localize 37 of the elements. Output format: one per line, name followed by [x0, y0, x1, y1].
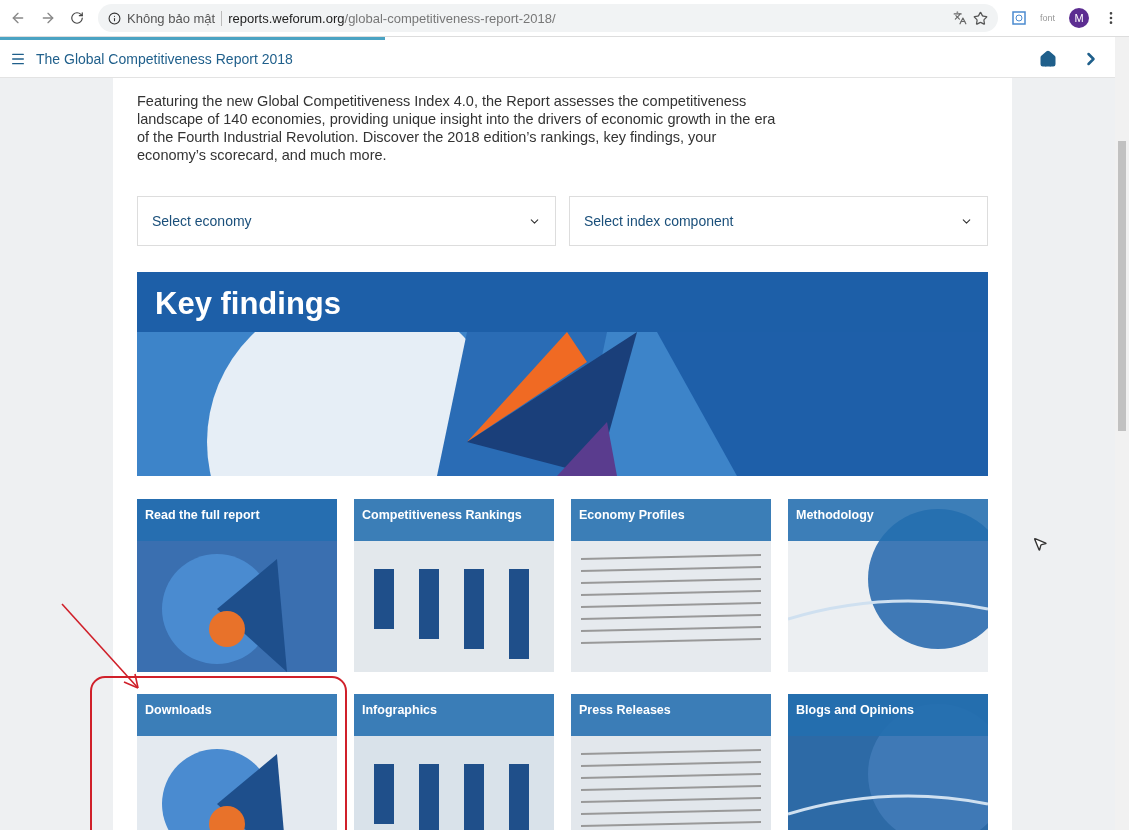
- content-tile[interactable]: Methodology: [788, 499, 988, 672]
- forward-icon[interactable]: [40, 10, 56, 26]
- address-bar[interactable]: Không bảo mật reports.weforum.org/global-competitiveness-report-2018/: [98, 4, 998, 32]
- tile-title: Economy Profiles: [571, 499, 771, 541]
- extension-icon[interactable]: [1012, 11, 1026, 25]
- scrollbar-thumb[interactable]: [1118, 141, 1126, 431]
- content-tile[interactable]: Competitiveness Rankings: [354, 499, 554, 672]
- reload-icon[interactable]: [70, 11, 84, 25]
- tile-title: Downloads: [137, 694, 337, 736]
- content-tile[interactable]: Press Releases: [571, 694, 771, 830]
- tile-title: Methodology: [788, 499, 988, 541]
- translate-icon[interactable]: [953, 11, 967, 25]
- content-tile[interactable]: Read the full report: [137, 499, 337, 672]
- extension-label[interactable]: font: [1040, 13, 1055, 23]
- content-tile[interactable]: Economy Profiles: [571, 499, 771, 672]
- content-tile[interactable]: Infographics: [354, 694, 554, 830]
- tile-title: Read the full report: [137, 499, 337, 541]
- site-title[interactable]: The Global Competitiveness Report 2018: [36, 50, 1029, 67]
- profile-avatar[interactable]: M: [1069, 8, 1089, 28]
- abstract-artwork[interactable]: [137, 332, 988, 476]
- mouse-cursor-icon: [1032, 536, 1048, 552]
- info-icon: [108, 11, 121, 25]
- tile-title: Competitiveness Rankings: [354, 499, 554, 541]
- banner-title[interactable]: Key findings: [137, 272, 988, 332]
- select-dropdown[interactable]: Select economy: [137, 196, 556, 246]
- tile-title: Blogs and Opinions: [788, 694, 988, 736]
- content-tile[interactable]: Blogs and Opinions: [788, 694, 988, 830]
- back-icon[interactable]: [10, 10, 26, 26]
- url-text: reports.weforum.org/global-competitiveness-report-2018/: [228, 10, 556, 26]
- content-tile[interactable]: Downloads: [137, 694, 337, 830]
- home-icon[interactable]: [1039, 49, 1057, 68]
- bookmark-star-icon[interactable]: [973, 10, 988, 26]
- tile-title: Press Releases: [571, 694, 771, 736]
- select-dropdown[interactable]: Select index component: [569, 196, 988, 246]
- security-label: Không bảo mật: [127, 10, 223, 26]
- intro-paragraph: Featuring the new Global Competitiveness Index 4.0, the Report assesses the competitiveness landscape of 140 economies, providing unique insight into the drivers of economic growth in the era of the Fourth Industrial Revolution. Discover the 2018 edition’s rankings, key findings, your economy’s scorecard, and much more.: [137, 92, 777, 164]
- tile-title: Infographics: [354, 694, 554, 736]
